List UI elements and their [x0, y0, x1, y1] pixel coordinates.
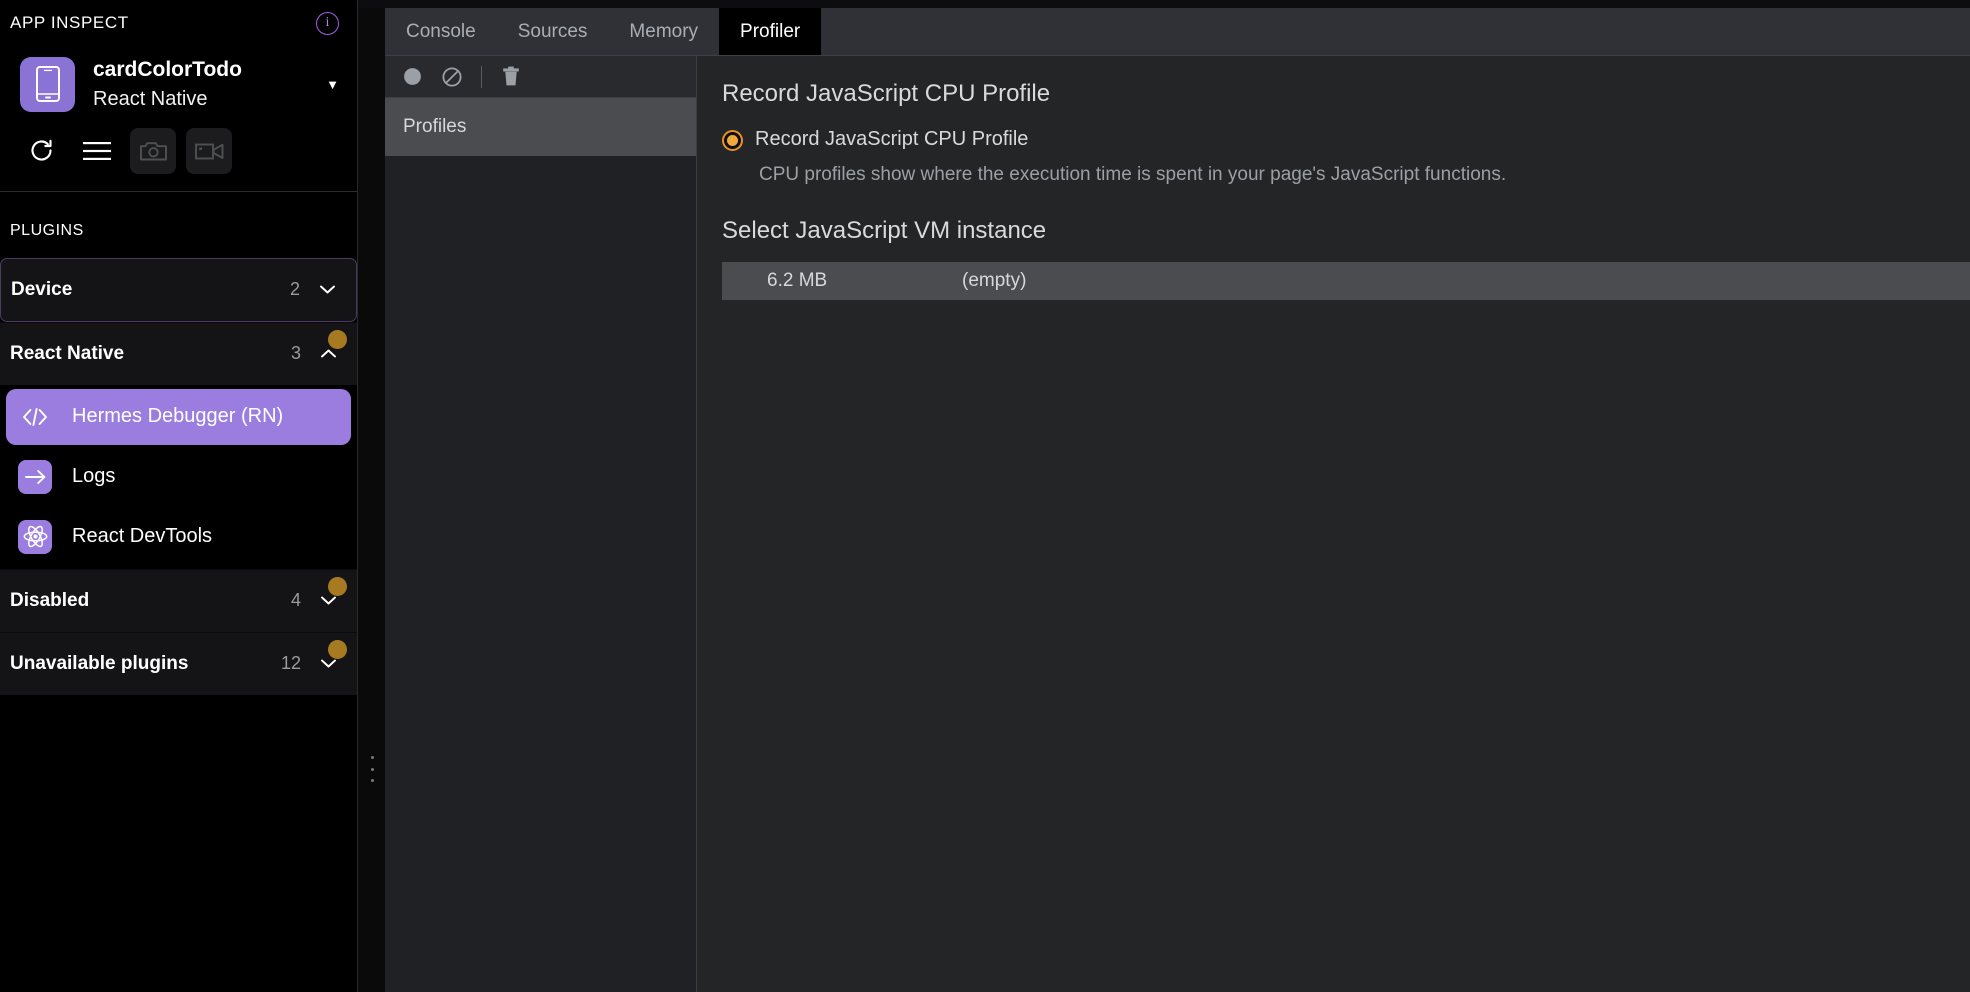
react-atom-icon — [18, 519, 52, 554]
page-title: APP INSPECT — [10, 13, 129, 32]
tab-sources[interactable]: Sources — [497, 8, 609, 55]
hamburger-menu-icon[interactable] — [74, 128, 120, 174]
group-label: Unavailable plugins — [10, 652, 189, 674]
vm-instance-table: 6.2 MB (empty) — [722, 261, 1970, 992]
plugin-label: Hermes Debugger (RN) — [72, 405, 284, 428]
radio-record-cpu-profile[interactable] — [722, 130, 743, 151]
chevron-down-icon[interactable]: ▼ — [322, 77, 339, 92]
profiles-pane: Profiles — [385, 56, 697, 992]
chevron-down-icon[interactable] — [321, 656, 336, 671]
profiles-toolbar — [385, 56, 696, 98]
arrow-right-icon — [18, 459, 52, 494]
vm-name-cell: (empty) — [962, 269, 1027, 291]
reload-button[interactable] — [18, 128, 64, 174]
profiles-section-item[interactable]: Profiles — [385, 98, 696, 156]
mobile-phone-icon — [20, 56, 75, 112]
group-count: 2 — [289, 279, 300, 300]
group-count: 12 — [280, 653, 301, 674]
record-heading: Record JavaScript CPU Profile — [722, 80, 1051, 107]
plugin-item-logs[interactable]: Logs — [6, 449, 351, 505]
sidebar-titlebar: APP INSPECT i — [0, 0, 357, 46]
info-icon[interactable]: i — [316, 11, 339, 35]
group-count: 3 — [290, 343, 301, 364]
panel-resize-handle[interactable] — [370, 756, 375, 782]
profiles-empty-area — [385, 156, 696, 992]
plugin-group-device[interactable]: Device 2 — [0, 257, 357, 322]
code-brackets-icon — [18, 400, 52, 434]
toolbar-divider — [481, 65, 482, 88]
radio-description: CPU profiles show where the execution ti… — [759, 164, 1507, 185]
tab-memory[interactable]: Memory — [608, 8, 719, 55]
plugin-label: React DevTools — [72, 525, 213, 548]
app-selector[interactable]: cardColorTodo React Native ▼ — [0, 46, 357, 119]
tab-console[interactable]: Console — [385, 8, 497, 55]
status-badge — [328, 639, 347, 659]
plugin-group-unavailable[interactable]: Unavailable plugins 12 — [0, 631, 357, 695]
devtools-topgap — [358, 0, 1970, 8]
tab-profiler[interactable]: Profiler — [719, 8, 822, 55]
vm-table-empty-area — [722, 299, 1970, 992]
vm-instance-heading: Select JavaScript VM instance — [722, 216, 1047, 244]
record-cpu-profile-option[interactable]: Record JavaScript CPU Profile — [697, 108, 1970, 152]
chevron-up-icon[interactable] — [321, 346, 336, 361]
chevron-down-icon[interactable] — [320, 282, 335, 297]
devtools-panel: Console Sources Memory Profiler Profiles… — [358, 0, 1970, 992]
radio-label: Record JavaScript CPU Profile — [755, 128, 1029, 150]
app-name: cardColorTodo — [93, 58, 242, 81]
video-camera-icon[interactable] — [186, 127, 232, 174]
plugin-label: Logs — [72, 465, 116, 488]
profiler-main-pane: Record JavaScript CPU Profile Record Jav… — [697, 56, 1970, 992]
table-row[interactable]: 6.2 MB (empty) — [722, 261, 1970, 300]
plugin-group-disabled[interactable]: Disabled 4 — [0, 568, 357, 632]
no-entry-icon[interactable] — [439, 64, 465, 90]
group-label: Disabled — [10, 589, 90, 611]
vm-size-cell: 6.2 MB — [767, 269, 828, 291]
devtools-tabbar: Console Sources Memory Profiler — [385, 8, 1970, 56]
plugin-item-hermes-debugger[interactable]: Hermes Debugger (RN) — [6, 388, 351, 445]
record-circle-icon[interactable] — [399, 64, 425, 90]
status-badge — [328, 329, 347, 349]
chevron-down-icon[interactable] — [321, 593, 336, 608]
camera-icon[interactable] — [130, 127, 176, 174]
group-label: React Native — [10, 342, 125, 364]
plugin-list: Hermes Debugger (RN) Logs React DevTools — [0, 384, 357, 569]
sidebar-toolbar — [0, 119, 357, 191]
handle-dot — [371, 779, 374, 782]
plugins-section-label: PLUGINS — [10, 221, 84, 239]
plugin-item-react-devtools[interactable]: React DevTools — [6, 509, 351, 565]
app-meta: cardColorTodo React Native — [93, 56, 304, 113]
trash-icon[interactable] — [498, 64, 524, 90]
app-root: APP INSPECT i cardColorTodo React Native… — [0, 0, 1970, 992]
group-count: 4 — [290, 590, 301, 611]
devtools-body: Profiles Record JavaScript CPU Profile R… — [385, 56, 1970, 992]
group-label: Device — [11, 278, 73, 300]
handle-dot — [371, 767, 374, 771]
app-inspect-sidebar: APP INSPECT i cardColorTodo React Native… — [0, 0, 358, 992]
status-badge — [328, 576, 347, 596]
handle-dot — [371, 756, 374, 759]
app-platform: React Native — [93, 87, 208, 110]
plugin-group-react-native[interactable]: React Native 3 — [0, 321, 357, 385]
